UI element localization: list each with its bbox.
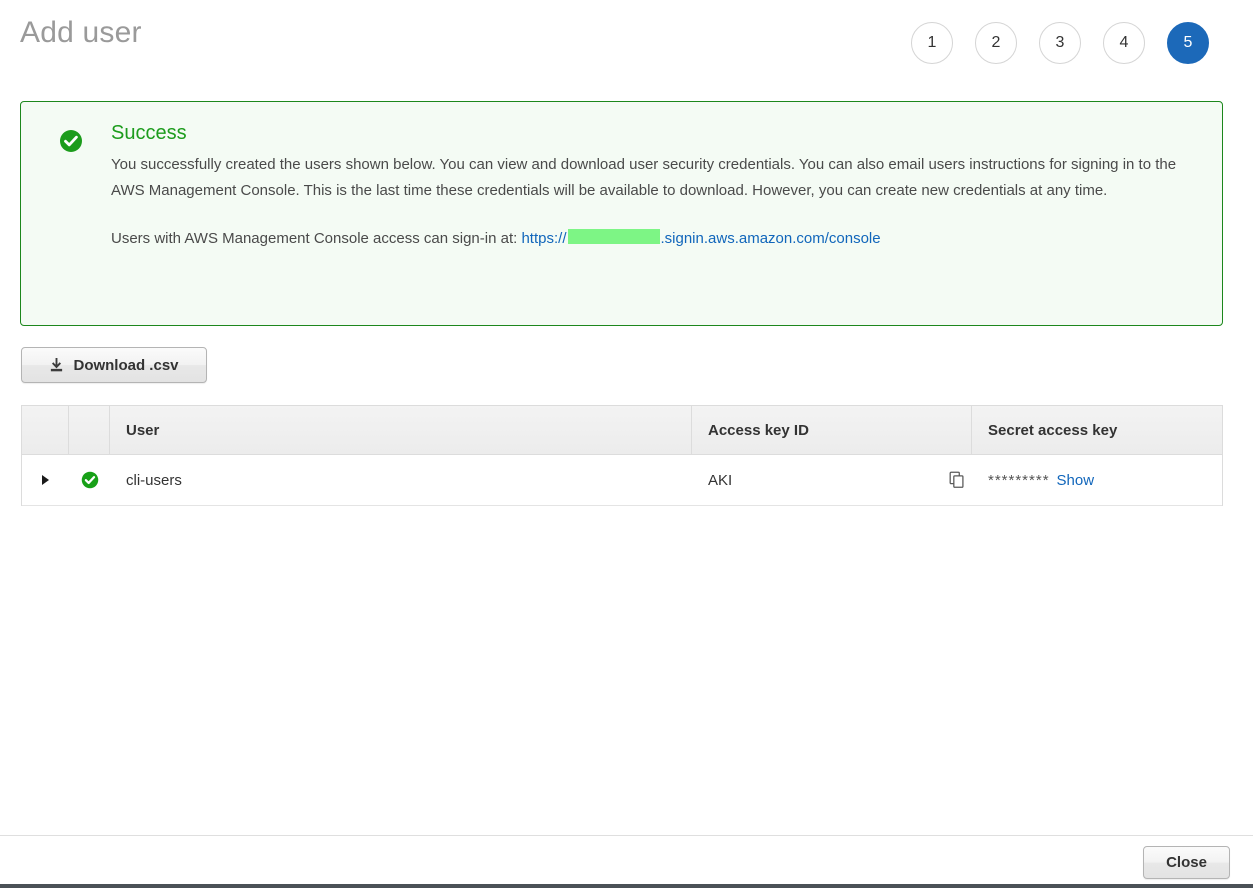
show-secret-link[interactable]: Show <box>1057 472 1095 489</box>
row-secret-access-key-cell: ********* Show <box>972 455 1222 505</box>
secret-masked-value: ********* <box>988 471 1050 489</box>
column-header-access-key-id: Access key ID <box>692 406 972 454</box>
signin-url-end[interactable]: .signin.aws.amazon.com/console <box>661 230 881 247</box>
check-circle-icon <box>59 129 83 153</box>
column-header-status <box>69 406 110 454</box>
row-user-name: cli-users <box>126 471 182 489</box>
step-4[interactable]: 4 <box>1103 22 1145 64</box>
triangle-right-icon[interactable] <box>42 475 49 485</box>
table-row: cli-users AKI ********* Show <box>22 455 1222 506</box>
row-access-key-id-value: AKI <box>708 471 733 489</box>
row-status-cell <box>69 455 110 505</box>
column-header-expand <box>22 406 69 454</box>
signin-prefix: Users with AWS Management Console access… <box>111 230 518 247</box>
success-callout: Success You successfully created the use… <box>20 101 1223 326</box>
table-header-row: User Access key ID Secret access key <box>22 406 1222 455</box>
download-csv-button[interactable]: Download .csv <box>21 347 207 383</box>
row-expand-cell[interactable] <box>22 455 69 505</box>
page-header: Add user 1 2 3 4 5 <box>0 0 1253 88</box>
step-1[interactable]: 1 <box>911 22 953 64</box>
column-header-secret-access-key: Secret access key <box>988 421 1118 439</box>
download-csv-label: Download .csv <box>73 356 179 374</box>
copy-icon[interactable] <box>947 470 967 490</box>
step-3[interactable]: 3 <box>1039 22 1081 64</box>
column-header-user: User <box>110 406 692 454</box>
download-icon <box>49 357 64 373</box>
step-2[interactable]: 2 <box>975 22 1017 64</box>
check-circle-icon <box>81 471 99 489</box>
redaction-block <box>567 229 660 244</box>
close-button[interactable]: Close <box>1143 846 1230 879</box>
success-body: Success You successfully created the use… <box>111 120 1196 252</box>
row-access-key-id-cell: AKI <box>692 455 972 505</box>
footer-divider <box>0 835 1253 836</box>
signin-url-start[interactable]: https:// <box>521 230 566 247</box>
step-indicator: 1 2 3 4 5 <box>911 22 1209 64</box>
signin-line: Users with AWS Management Console access… <box>111 226 1196 252</box>
success-message: You successfully created the users shown… <box>111 156 1177 199</box>
bottom-bar <box>0 884 1253 888</box>
credentials-table: User Access key ID Secret access key cli… <box>21 405 1223 506</box>
success-title: Success <box>111 122 187 144</box>
step-5-active[interactable]: 5 <box>1167 22 1209 64</box>
page-title: Add user <box>20 16 142 49</box>
